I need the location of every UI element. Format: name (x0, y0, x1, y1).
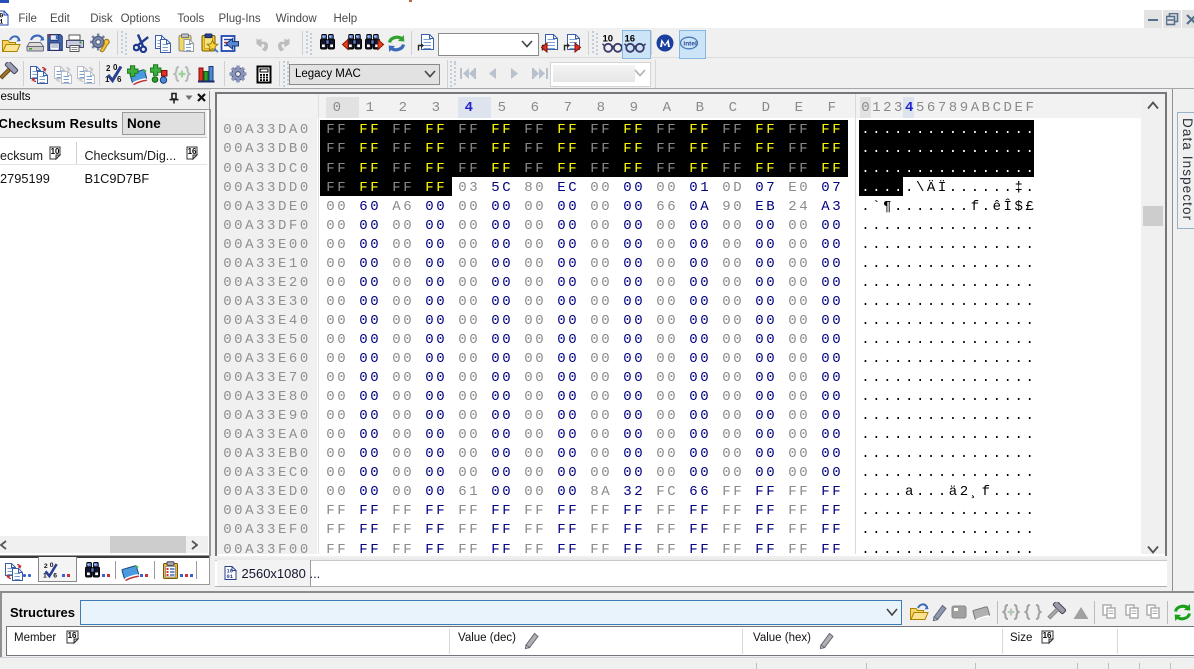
svg-text:6: 6 (53, 572, 57, 579)
svg-text:16: 16 (625, 34, 636, 45)
svg-text:16: 16 (1043, 631, 1052, 640)
svg-text:11: 11 (0, 19, 3, 26)
svg-text:01: 01 (227, 573, 234, 580)
svg-text:16: 16 (68, 631, 77, 640)
svg-text:2: 2 (106, 64, 111, 73)
svg-text:6: 6 (117, 75, 122, 84)
svg-text:10: 10 (51, 147, 60, 156)
svg-text:16: 16 (188, 147, 197, 156)
svg-text:2: 2 (44, 563, 48, 570)
svg-text:intel: intel (683, 41, 697, 48)
svg-text:10: 10 (603, 34, 614, 45)
